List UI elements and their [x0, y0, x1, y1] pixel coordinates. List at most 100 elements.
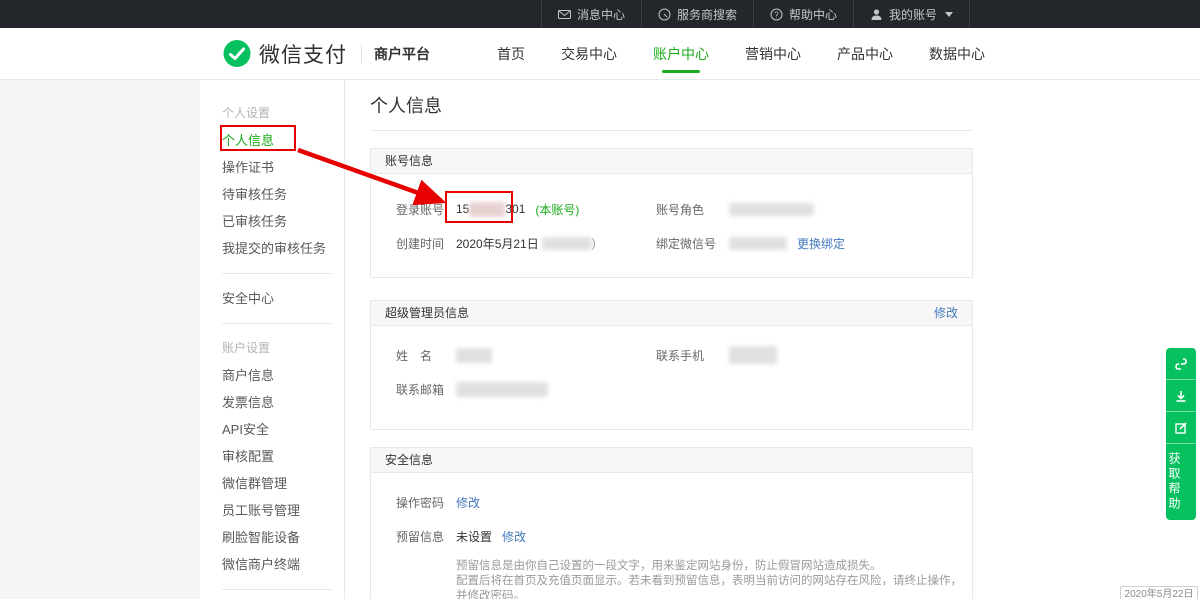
message-center-link[interactable]: 消息中心 — [541, 0, 641, 28]
user-icon — [870, 8, 883, 21]
super-admin-card: 超级管理员信息 修改 姓 名 联系手机 联系邮箱 — [370, 300, 973, 430]
reserved-info-help: 预留信息是由你自己设置的一段文字，用来鉴定网站身份，防止假冒网站造成损失。 配置… — [371, 553, 972, 599]
service-provider-search-label: 服务商搜索 — [677, 6, 737, 23]
main-header: 微信支付 商户平台 首页 交易中心 账户中心 营销中心 产品中心 数据中心 — [0, 28, 1200, 80]
nav-data-center[interactable]: 数据中心 — [929, 28, 985, 80]
mail-icon — [558, 8, 571, 21]
main-content: 个人信息 账号信息 登录账号 15 301 (本账号) 账号角色 — [345, 80, 1200, 599]
help-center-link[interactable]: ? 帮助中心 — [753, 0, 853, 28]
security-info-card-title: 安全信息 — [385, 448, 433, 472]
sidebar-divider — [222, 323, 332, 324]
admin-email-row: 联系邮箱 — [371, 372, 972, 406]
link-share-button[interactable] — [1166, 348, 1196, 380]
created-time-row: 创建时间 2020年5月21日 ) 绑定微信号 更换绑定 — [371, 226, 972, 260]
nav-marketing-center[interactable]: 营销中心 — [745, 28, 801, 80]
primary-nav: 首页 交易中心 账户中心 营销中心 产品中心 数据中心 — [497, 28, 985, 80]
my-account-label: 我的账号 — [889, 6, 937, 23]
chevron-down-icon — [945, 12, 953, 17]
help-icon: ? — [770, 8, 783, 21]
bound-wechat-redacted — [729, 237, 787, 250]
sidebar-divider — [222, 273, 332, 274]
account-role-redacted — [729, 203, 814, 216]
brand[interactable]: 微信支付 商户平台 — [222, 28, 430, 80]
sidebar-section-account-settings: 账户设置 — [222, 335, 344, 362]
created-time-tail: ) — [592, 236, 596, 250]
sidebar-item-my-submitted-tasks[interactable]: 我提交的审核任务 — [222, 235, 344, 262]
admin-name-row: 姓 名 联系手机 — [371, 338, 972, 372]
left-gutter — [0, 80, 200, 599]
nav-product-center[interactable]: 产品中心 — [837, 28, 893, 80]
reserved-info-edit-link[interactable]: 修改 — [502, 528, 526, 545]
super-admin-card-title: 超级管理员信息 — [385, 301, 469, 325]
page-title: 个人信息 — [370, 92, 442, 118]
login-account-suffix: 301 — [505, 202, 525, 216]
account-role-label: 账号角色 — [656, 201, 729, 218]
floating-help-widget: 获取帮助 — [1166, 348, 1196, 520]
nav-home[interactable]: 首页 — [497, 28, 525, 80]
date-badge: 2020年5月22日 — [1120, 586, 1198, 599]
message-center-label: 消息中心 — [577, 6, 625, 23]
search-icon — [658, 8, 671, 21]
sidebar-item-face-devices[interactable]: 刷脸智能设备 — [222, 524, 344, 551]
login-account-row: 登录账号 15 301 (本账号) 账号角色 — [371, 192, 972, 226]
sidebar-item-staff-account-mgmt[interactable]: 员工账号管理 — [222, 497, 344, 524]
sidebar-item-security-center[interactable]: 安全中心 — [222, 285, 344, 312]
admin-phone-redacted — [729, 346, 777, 364]
security-info-card-header: 安全信息 — [371, 448, 972, 473]
operation-password-edit-link[interactable]: 修改 — [456, 494, 480, 511]
sidebar-item-api-security[interactable]: API安全 — [222, 416, 344, 443]
sidebar-item-merchant-terminal[interactable]: 微信商户终端 — [222, 551, 344, 578]
edit-icon — [1174, 421, 1188, 435]
merchant-platform-page: 消息中心 服务商搜索 ? 帮助中心 我的账号 — [0, 0, 1200, 599]
created-time-label: 创建时间 — [396, 235, 456, 252]
sidebar-item-operation-certificate[interactable]: 操作证书 — [222, 154, 344, 181]
service-provider-search-link[interactable]: 服务商搜索 — [641, 0, 753, 28]
get-help-button[interactable]: 获取帮助 — [1166, 444, 1196, 520]
reserved-info-value: 未设置 — [456, 528, 492, 545]
help-line-1: 预留信息是由你自己设置的一段文字，用来鉴定网站身份，防止假冒网站造成损失。 — [456, 559, 972, 574]
admin-phone-label: 联系手机 — [656, 347, 729, 364]
svg-text:?: ? — [774, 10, 779, 19]
sidebar-item-invoice-info[interactable]: 发票信息 — [222, 389, 344, 416]
change-binding-link[interactable]: 更换绑定 — [797, 235, 845, 252]
login-account-prefix: 15 — [456, 202, 469, 216]
brand-divider — [361, 45, 362, 63]
top-utility-bar: 消息中心 服务商搜索 ? 帮助中心 我的账号 — [0, 0, 1200, 28]
account-info-card: 账号信息 登录账号 15 301 (本账号) 账号角色 — [370, 148, 973, 278]
sidebar-item-reviewed-tasks[interactable]: 已审核任务 — [222, 208, 344, 235]
link-icon — [1174, 357, 1188, 371]
created-time-value: 2020年5月21日 — [456, 235, 539, 252]
nav-account-center[interactable]: 账户中心 — [653, 28, 709, 80]
current-account-note: (本账号) — [535, 201, 579, 218]
sidebar-item-personal-info[interactable]: 个人信息 — [222, 127, 344, 154]
admin-email-redacted — [456, 382, 548, 397]
wechat-pay-logo-icon — [222, 39, 252, 69]
brand-name: 微信支付 — [259, 39, 347, 69]
sidebar-item-review-config[interactable]: 审核配置 — [222, 443, 344, 470]
sidebar: 个人设置 个人信息 操作证书 待审核任务 已审核任务 我提交的审核任务 安全中心… — [200, 80, 345, 599]
login-account-label: 登录账号 — [396, 201, 456, 218]
bound-wechat-label: 绑定微信号 — [656, 235, 729, 252]
created-time-redacted — [542, 237, 592, 250]
sidebar-divider — [222, 589, 332, 590]
super-admin-edit-link[interactable]: 修改 — [934, 301, 958, 325]
operation-password-row: 操作密码 修改 — [371, 485, 972, 519]
reserved-info-label: 预留信息 — [396, 528, 456, 545]
brand-subtitle: 商户平台 — [374, 44, 430, 64]
download-button[interactable] — [1166, 380, 1196, 412]
sidebar-item-merchant-info[interactable]: 商户信息 — [222, 362, 344, 389]
sidebar-item-pending-review-tasks[interactable]: 待审核任务 — [222, 181, 344, 208]
account-info-card-title: 账号信息 — [385, 149, 433, 173]
nav-transaction-center[interactable]: 交易中心 — [561, 28, 617, 80]
feedback-button[interactable] — [1166, 412, 1196, 444]
admin-name-label: 姓 名 — [396, 347, 456, 364]
download-icon — [1174, 389, 1188, 403]
sidebar-item-wechat-group-mgmt[interactable]: 微信群管理 — [222, 470, 344, 497]
account-info-card-header: 账号信息 — [371, 149, 972, 174]
sidebar-section-personal-settings: 个人设置 — [222, 100, 344, 127]
my-account-menu[interactable]: 我的账号 — [853, 0, 970, 28]
super-admin-card-header: 超级管理员信息 修改 — [371, 301, 972, 326]
reserved-info-row: 预留信息 未设置 修改 — [371, 519, 972, 553]
security-info-card: 安全信息 操作密码 修改 预留信息 未设置 修改 预留 — [370, 447, 973, 599]
admin-name-redacted — [456, 348, 492, 363]
